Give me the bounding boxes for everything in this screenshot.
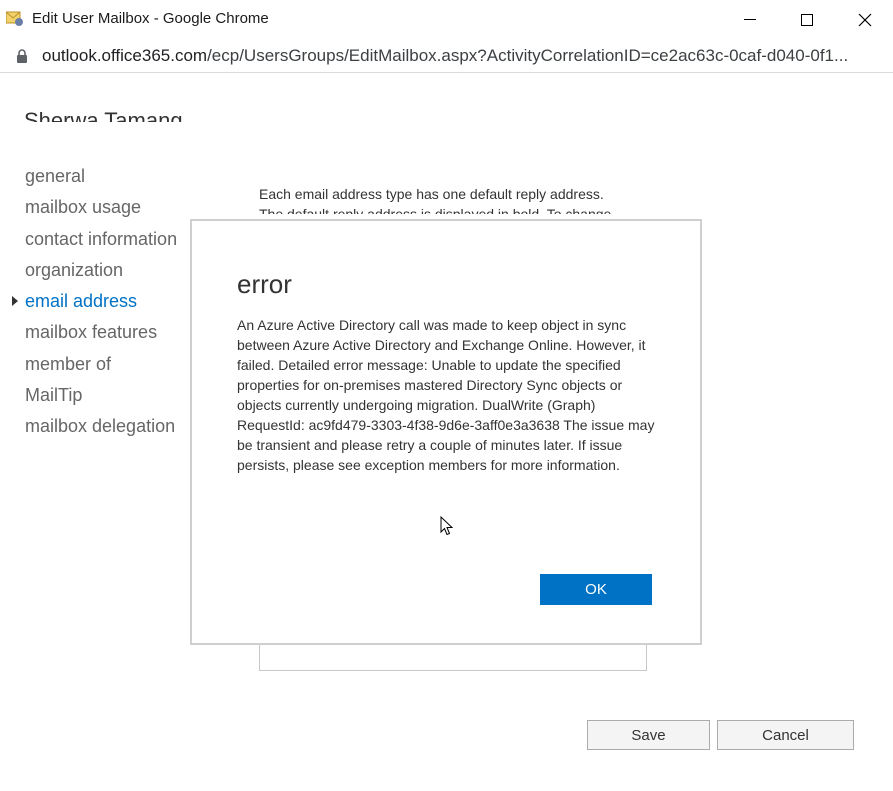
save-button[interactable]: Save — [587, 720, 710, 750]
nav-item-email-address-label: email address — [25, 291, 138, 312]
address-bar[interactable]: outlook.office365.com/ecp/UsersGroups/Ed… — [0, 40, 893, 73]
nav-item-member-of[interactable]: member of — [25, 351, 177, 382]
url-host: outlook.office365.com — [42, 46, 208, 65]
nav-item-mailbox-usage[interactable]: mailbox usage — [25, 194, 177, 225]
window-title: Edit User Mailbox - Google Chrome — [32, 10, 269, 27]
minimize-icon — [743, 19, 756, 20]
lock-icon — [17, 49, 27, 63]
close-icon — [858, 13, 871, 27]
sidebar-nav: general mailbox usage contact informatio… — [12, 163, 177, 445]
mouse-cursor-icon — [440, 516, 453, 536]
description-line-1: Each email address type has one default … — [259, 186, 604, 202]
ok-button[interactable]: OK — [540, 574, 652, 605]
cancel-button[interactable]: Cancel — [717, 720, 854, 750]
dialog-message: An Azure Active Directory call was made … — [237, 317, 655, 473]
nav-item-contact-information[interactable]: contact information — [25, 226, 177, 257]
description-line-2: The default reply address is displayed i… — [259, 206, 612, 214]
nav-item-mailbox-features[interactable]: mailbox features — [25, 319, 177, 350]
window-titlebar: Edit User Mailbox - Google Chrome — [0, 0, 893, 41]
minimize-button[interactable] — [721, 0, 778, 40]
nav-item-email-address[interactable]: email address — [12, 288, 177, 319]
nav-item-mailtip[interactable]: MailTip — [25, 382, 177, 413]
url-text[interactable]: outlook.office365.com/ecp/UsersGroups/Ed… — [42, 46, 882, 66]
maximize-button[interactable] — [778, 0, 835, 40]
nav-item-general[interactable]: general — [25, 163, 177, 194]
mailbox-app-icon — [6, 11, 23, 26]
url-path: /ecp/UsersGroups/EditMailbox.aspx?Activi… — [207, 46, 849, 65]
nav-item-mailbox-delegation[interactable]: mailbox delegation — [25, 413, 177, 444]
nav-item-organization[interactable]: organization — [25, 257, 177, 288]
email-address-description: Each email address type has one default … — [259, 184, 649, 214]
close-window-button[interactable] — [836, 0, 893, 40]
user-display-name: Sherwa Tamang — [24, 108, 183, 122]
error-dialog: error An Azure Active Directory call was… — [190, 219, 702, 645]
maximize-icon — [800, 14, 813, 26]
selected-arrow-icon — [12, 296, 18, 307]
dialog-title: error — [237, 269, 292, 299]
